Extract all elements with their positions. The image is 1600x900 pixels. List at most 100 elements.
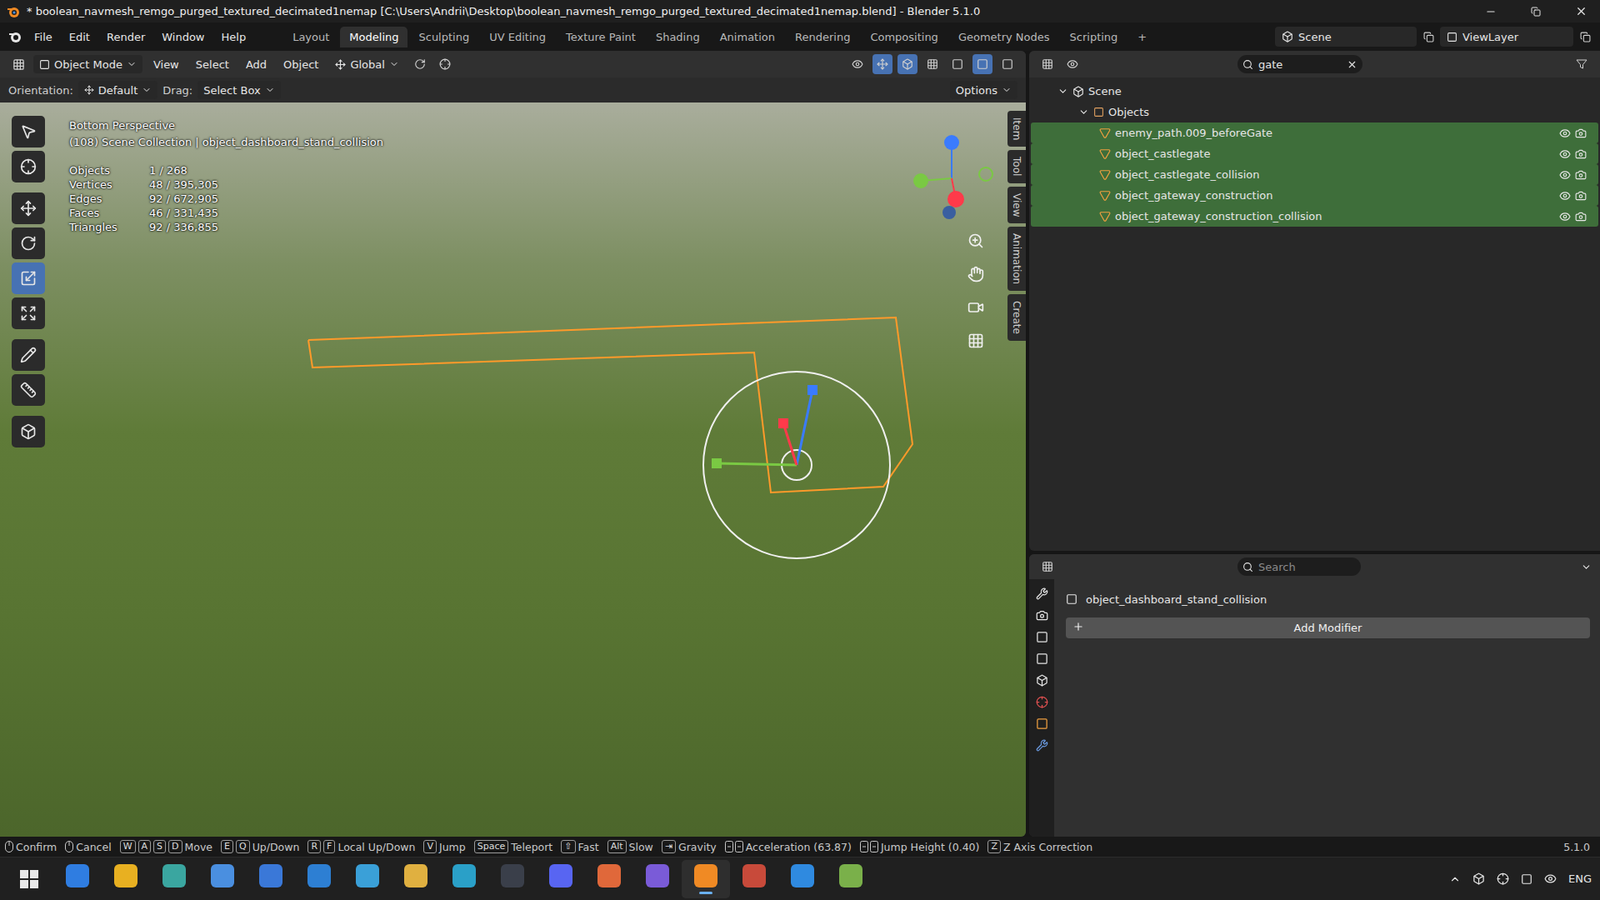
wireframe-shading-button[interactable] xyxy=(922,54,943,75)
viewport-menu[interactable]: Select xyxy=(190,55,235,74)
pivot-button[interactable] xyxy=(410,54,430,75)
taskbar-app[interactable] xyxy=(391,860,440,899)
render-icon[interactable] xyxy=(1575,127,1587,140)
expand-icon[interactable] xyxy=(1057,85,1069,97)
render-icon[interactable] xyxy=(1575,190,1587,202)
taskbar-app[interactable] xyxy=(150,860,199,899)
workspace-tab[interactable]: Sculpting xyxy=(409,26,479,48)
taskbar-app[interactable] xyxy=(53,860,102,899)
tray-app-icon[interactable] xyxy=(1472,872,1485,885)
taskbar-app[interactable] xyxy=(295,860,344,899)
outliner-row[interactable]: Scene xyxy=(1030,80,1599,102)
sidebar-tab[interactable]: Animation xyxy=(1007,226,1026,291)
taskbar-app[interactable] xyxy=(246,860,295,899)
visibility-button[interactable] xyxy=(847,54,868,75)
network-icon[interactable] xyxy=(1544,872,1557,885)
menu-item[interactable]: Help xyxy=(214,27,255,47)
outliner-search[interactable]: gate xyxy=(1237,55,1363,74)
workspace-tab[interactable]: Geometry Nodes xyxy=(949,26,1060,48)
viewport-menu[interactable]: Object xyxy=(277,55,325,74)
transform-orientation-dropdown[interactable]: Global xyxy=(329,55,405,74)
tool-button[interactable] xyxy=(11,115,45,148)
add-modifier-button[interactable]: Add Modifier xyxy=(1065,617,1590,639)
filter-button[interactable] xyxy=(1571,54,1592,75)
editor-type-button[interactable] xyxy=(1037,556,1058,577)
taskbar-app[interactable] xyxy=(730,860,779,899)
viewport-menu[interactable]: Add xyxy=(240,55,273,74)
start-button[interactable] xyxy=(5,860,54,899)
tool-button[interactable] xyxy=(11,374,45,406)
sidebar-tab[interactable]: Item xyxy=(1007,110,1026,147)
taskbar-app[interactable] xyxy=(198,860,247,899)
output-tab-icon[interactable] xyxy=(1035,630,1049,644)
menu-item[interactable]: Window xyxy=(154,27,212,47)
tool-button[interactable] xyxy=(11,297,45,330)
view-layer-selector[interactable]: ViewLayer xyxy=(1440,26,1574,47)
tool-button[interactable] xyxy=(11,262,45,295)
taskbar-app[interactable] xyxy=(778,860,827,899)
close-button[interactable] xyxy=(1561,0,1600,23)
volume-icon[interactable] xyxy=(1520,873,1533,885)
tool-button[interactable] xyxy=(11,227,45,260)
sidebar-tab[interactable]: View xyxy=(1007,186,1026,224)
orientation-dropdown[interactable]: Default xyxy=(78,80,159,100)
eye-icon[interactable] xyxy=(1559,169,1571,181)
render-tab-icon[interactable] xyxy=(1035,609,1049,622)
viewport-canvas[interactable]: Bottom Perspective(108) Scene Collection… xyxy=(0,102,1026,837)
tool-button[interactable] xyxy=(11,339,45,371)
menu-item[interactable]: Render xyxy=(99,27,153,47)
editor-type-button[interactable] xyxy=(8,54,29,75)
language-indicator[interactable]: ENG xyxy=(1568,872,1592,885)
view-layer-tab-icon[interactable] xyxy=(1035,652,1049,665)
options-icon[interactable] xyxy=(1580,561,1592,573)
eye-icon[interactable] xyxy=(1559,210,1571,223)
outliner-row[interactable]: object_castlegate_collision xyxy=(1030,164,1599,185)
new-scene-button[interactable] xyxy=(1418,26,1439,47)
snap-button[interactable] xyxy=(435,54,455,75)
display-mode-button[interactable] xyxy=(1062,54,1083,75)
taskbar-app[interactable] xyxy=(536,860,585,899)
render-icon[interactable] xyxy=(1575,169,1587,181)
tray-app-icon[interactable] xyxy=(1496,872,1510,885)
eye-icon[interactable] xyxy=(1559,127,1571,140)
menu-item[interactable]: File xyxy=(26,27,60,47)
scene-selector[interactable]: Scene xyxy=(1275,26,1417,47)
expand-icon[interactable] xyxy=(1078,106,1090,118)
properties-search[interactable]: Search xyxy=(1237,557,1361,576)
sidebar-tab[interactable]: Create xyxy=(1007,294,1026,341)
outliner-row[interactable]: object_castlegate xyxy=(1030,143,1599,165)
world-tab-icon[interactable] xyxy=(1035,695,1049,709)
workspace-tab[interactable]: Rendering xyxy=(785,26,860,48)
taskbar-app[interactable] xyxy=(343,860,392,899)
viewport-menu[interactable]: View xyxy=(147,55,185,74)
workspace-tab[interactable]: Layout xyxy=(283,26,339,48)
ortho-toggle-button[interactable] xyxy=(962,327,990,355)
gizmo-button[interactable] xyxy=(872,54,893,75)
editor-type-button[interactable] xyxy=(1037,54,1058,75)
outliner-row[interactable]: Objects xyxy=(1030,101,1599,123)
add-workspace-button[interactable]: + xyxy=(1128,26,1156,48)
tool-button[interactable] xyxy=(11,415,45,448)
tool-button[interactable] xyxy=(11,150,45,183)
blender-menu-button[interactable] xyxy=(5,26,25,47)
taskbar-app[interactable] xyxy=(488,860,537,899)
outliner-row[interactable]: enemy_path.009_beforeGate xyxy=(1030,122,1599,144)
navigation-gizmo-icon[interactable] xyxy=(905,132,998,225)
render-icon[interactable] xyxy=(1575,148,1587,160)
scene-tab-icon[interactable] xyxy=(1035,674,1049,687)
taskbar-app[interactable] xyxy=(826,860,875,899)
tool-button[interactable] xyxy=(11,192,45,225)
minimize-button[interactable] xyxy=(1471,0,1510,23)
taskbar-app[interactable] xyxy=(440,860,489,899)
workspace-tab[interactable]: Animation xyxy=(710,26,785,48)
eye-icon[interactable] xyxy=(1559,148,1571,160)
workspace-tab[interactable]: Texture Paint xyxy=(556,26,645,48)
zoom-button[interactable] xyxy=(962,227,990,255)
material-shading-button[interactable] xyxy=(972,54,993,75)
object-tab-icon[interactable] xyxy=(1035,717,1049,730)
workspace-tab[interactable]: Compositing xyxy=(860,26,948,48)
new-view-layer-button[interactable] xyxy=(1575,26,1595,47)
sidebar-tab[interactable]: Tool xyxy=(1007,150,1026,183)
solid-shading-button[interactable] xyxy=(947,54,968,75)
render-icon[interactable] xyxy=(1575,210,1587,223)
